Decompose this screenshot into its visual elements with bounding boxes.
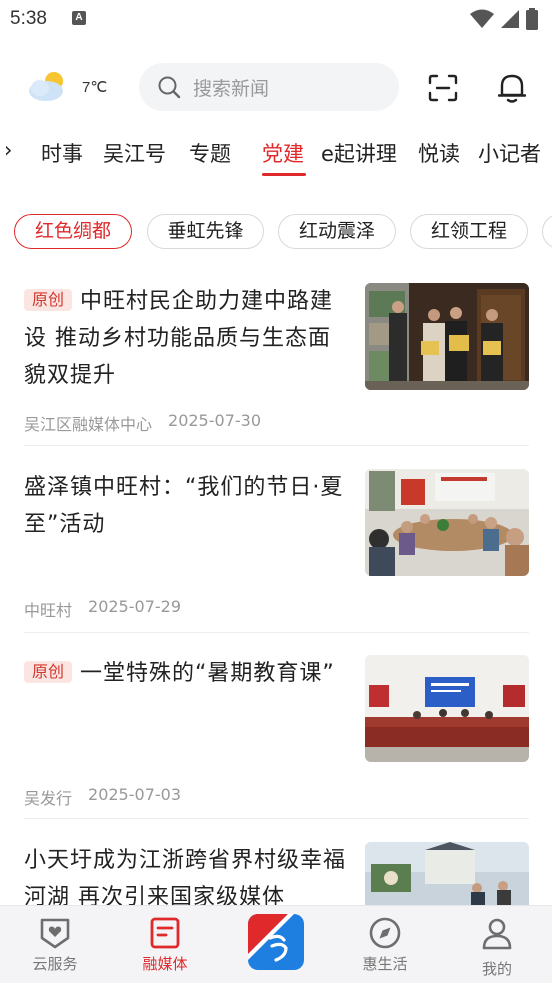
news-thumbnail <box>365 469 529 576</box>
search-input[interactable]: 搜索新闻 <box>139 63 399 111</box>
chip-hongse-choudu[interactable]: 红色绸都 <box>14 214 132 249</box>
scan-button[interactable] <box>424 70 462 106</box>
chip-hongling-gongcheng[interactable]: 红领工程 <box>410 214 528 249</box>
bell-icon <box>498 74 526 103</box>
news-title-text: 盛泽镇中旺村：“我们的节日·夏至”活动 <box>24 475 344 537</box>
chip-chuihong-xianfeng[interactable]: 垂虹先锋 <box>147 214 264 249</box>
nav-hui-shenghuo[interactable]: 惠生活 <box>340 906 430 983</box>
news-source: 吴江区融媒体中心 <box>24 415 153 434</box>
notifications-button[interactable] <box>493 68 531 108</box>
news-thumbnail <box>365 283 529 390</box>
news-meta: 吴发行 2025-07-03 <box>24 785 181 809</box>
tab-xiao-jizhe[interactable]: 小记者 <box>478 138 541 168</box>
news-item[interactable]: 原创 一堂特殊的“暑期教育课” 吴发行 2025-07-03 <box>24 655 529 815</box>
nav-rongmeiti[interactable]: 融媒体 <box>120 906 210 983</box>
original-badge: 原创 <box>24 661 73 683</box>
tab-e-qi-jiang-li[interactable]: e起讲理 <box>321 138 397 168</box>
divider <box>24 818 529 819</box>
news-title: 原创 中旺村民企助力建中路建设 推动乡村功能品质与生态面貌双提升 <box>24 283 350 394</box>
shield-heart-icon <box>40 918 70 949</box>
news-meta: 吴江区融媒体中心 2025-07-30 <box>24 411 261 435</box>
channel-tabs: › 时事 吴江号 专题 党建 e起讲理 悦读 小记者 <box>0 132 552 180</box>
temperature-label: 7℃ <box>82 79 108 96</box>
news-title: 小天圩成为江浙跨省界村级幸福河湖 再次引来国家级媒体 <box>24 842 350 906</box>
search-icon <box>158 76 181 99</box>
scan-icon <box>428 74 458 102</box>
user-icon <box>482 918 512 950</box>
status-time: 5:38 <box>10 8 47 29</box>
subcategory-chips: 红色绸都 垂虹先锋 红动震泽 红领工程 <box>0 212 552 252</box>
news-title: 盛泽镇中旺村：“我们的节日·夏至”活动 <box>24 469 350 543</box>
status-indicators <box>470 8 538 30</box>
divider <box>24 632 529 633</box>
news-meta: 中旺村 2025-07-29 <box>24 597 181 621</box>
news-item[interactable]: 小天圩成为江浙跨省界村级幸福河湖 再次引来国家级媒体 <box>24 842 529 906</box>
tab-dangjian[interactable]: 党建 <box>262 138 304 168</box>
news-date: 2025-07-29 <box>88 597 181 616</box>
original-badge: 原创 <box>24 289 73 311</box>
weather-widget[interactable]: 7℃ <box>28 70 138 106</box>
nav-label: 云服务 <box>32 955 78 973</box>
news-date: 2025-07-03 <box>88 785 181 804</box>
notification-icon: A <box>72 11 86 25</box>
tab-zhuanti[interactable]: 专题 <box>189 138 231 168</box>
app-logo-button[interactable] <box>248 914 304 970</box>
news-title-text: 一堂特殊的“暑期教育课” <box>80 661 335 686</box>
news-title: 原创 一堂特殊的“暑期教育课” <box>24 655 350 692</box>
news-thumbnail <box>365 842 529 906</box>
news-thumbnail <box>365 655 529 762</box>
news-title-text: 小天圩成为江浙跨省界村级幸福河湖 再次引来国家级媒体 <box>24 848 347 906</box>
news-date: 2025-07-30 <box>168 411 261 430</box>
nav-label: 融媒体 <box>142 955 188 973</box>
news-source: 中旺村 <box>24 601 73 620</box>
tab-prev-partial[interactable]: › <box>4 138 12 162</box>
nav-label: 惠生活 <box>362 955 408 973</box>
bottom-navigation: 云服务 融媒体 惠生活 我的 <box>0 905 552 983</box>
weather-icon <box>29 72 63 101</box>
divider <box>24 445 529 446</box>
document-icon <box>150 917 180 949</box>
chip-hongdong-zhenze[interactable]: 红动震泽 <box>278 214 396 249</box>
tab-wujiang-hao[interactable]: 吴江号 <box>103 138 166 168</box>
tab-shishi[interactable]: 时事 <box>41 138 83 168</box>
battery-icon <box>526 8 538 30</box>
app-logo <box>248 914 304 970</box>
search-placeholder: 搜索新闻 <box>193 77 270 100</box>
news-item[interactable]: 盛泽镇中旺村：“我们的节日·夏至”活动 中旺村 2025-07-29 <box>24 469 529 629</box>
chip-more-partial[interactable] <box>542 214 552 249</box>
nav-label: 我的 <box>481 960 512 978</box>
nav-yun-fuwu[interactable]: 云服务 <box>10 906 100 983</box>
news-source: 吴发行 <box>24 789 73 808</box>
news-item[interactable]: 原创 中旺村民企助力建中路建设 推动乡村功能品质与生态面貌双提升 吴江区融媒体中心 <box>24 283 529 443</box>
nav-wode[interactable]: 我的 <box>452 906 542 983</box>
wifi-icon <box>470 9 494 28</box>
status-bar: 5:38 A <box>0 0 552 40</box>
tab-yuedu[interactable]: 悦读 <box>418 138 460 168</box>
compass-icon <box>369 917 401 949</box>
top-header: 7℃ 搜索新闻 <box>0 60 552 116</box>
signal-icon <box>501 10 519 28</box>
active-tab-indicator <box>262 173 306 176</box>
